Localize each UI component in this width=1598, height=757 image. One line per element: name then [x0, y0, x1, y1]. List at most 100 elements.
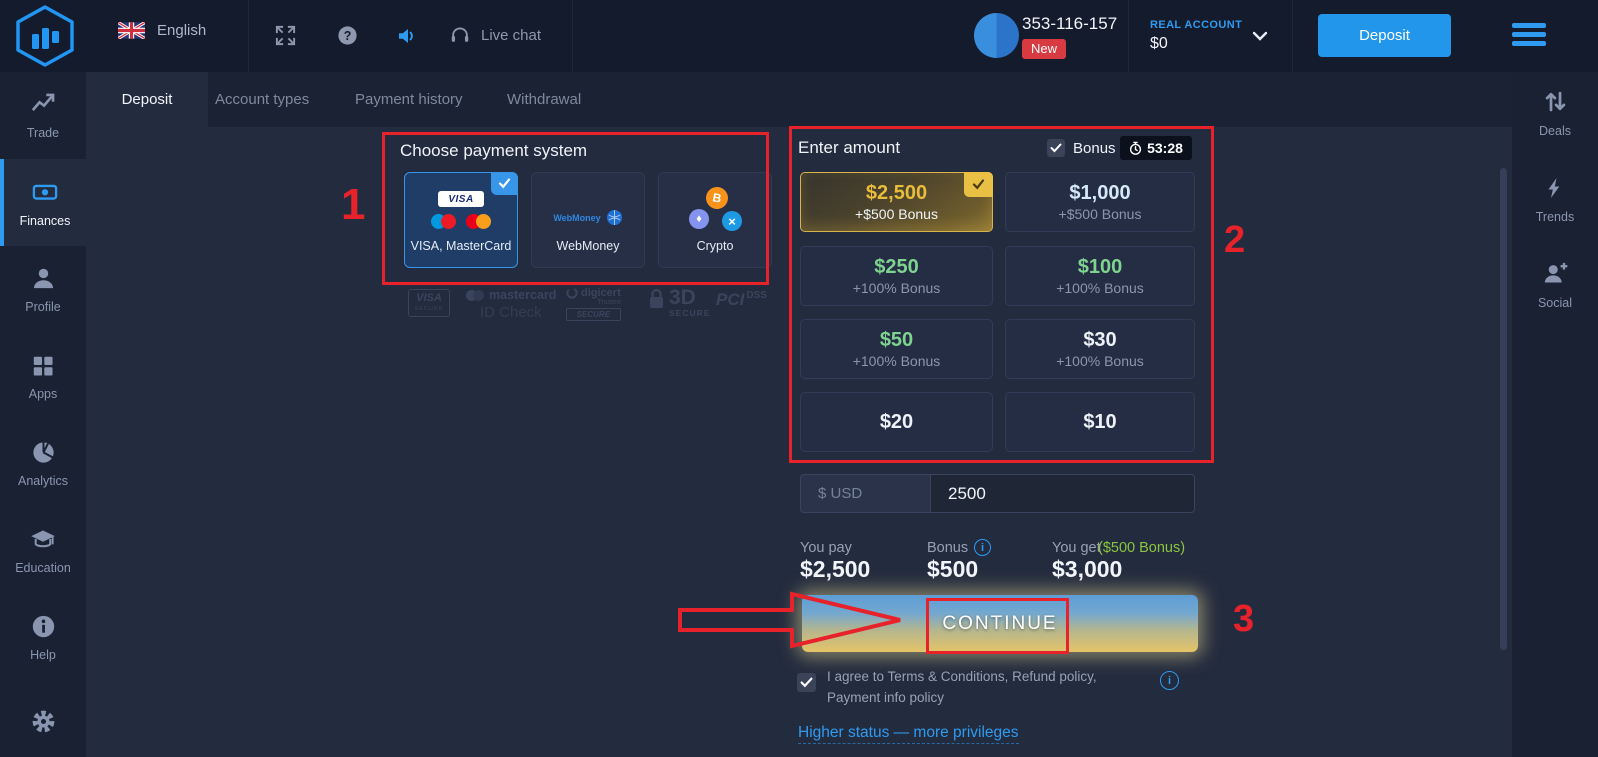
- amount-option-20[interactable]: $20: [800, 392, 993, 452]
- you-pay-label: You pay: [800, 540, 852, 556]
- bonus-value: $500: [927, 556, 978, 583]
- continue-button[interactable]: CONTINUE: [802, 595, 1198, 652]
- profile-icon: [30, 265, 57, 292]
- you-pay-value: $2,500: [800, 556, 870, 583]
- bonus-checkbox[interactable]: [1047, 139, 1065, 157]
- amount-option-30[interactable]: $30 +100% Bonus: [1005, 319, 1195, 379]
- higher-status-link[interactable]: Higher status — more privileges: [798, 724, 1019, 744]
- topbar-divider: [1128, 0, 1129, 72]
- trade-icon: [30, 91, 57, 118]
- pci-dss-badge: PCI DSS: [716, 290, 767, 310]
- selected-check-icon: [964, 172, 993, 197]
- sidebar-item-label: Analytics: [18, 474, 68, 488]
- right-sidebar: Deals Trends Social: [1512, 72, 1598, 757]
- amount-option-1000[interactable]: $1,000 +$500 Bonus: [1005, 172, 1195, 232]
- currency-selector[interactable]: $ USD: [800, 474, 931, 513]
- topbar-divider: [248, 0, 249, 72]
- live-chat-label: Live chat: [481, 27, 541, 44]
- svg-text:?: ?: [344, 29, 352, 43]
- sidebar-item-label: Social: [1538, 296, 1572, 310]
- uk-flag-icon: [118, 22, 145, 39]
- mastercard-logo-icon: [466, 214, 491, 229]
- language-label: English: [157, 22, 206, 39]
- topbar-divider: [572, 0, 573, 72]
- new-badge: New: [1022, 39, 1066, 59]
- sidebar-item-social[interactable]: Social: [1512, 260, 1598, 310]
- tab-deposit[interactable]: Deposit: [86, 72, 208, 127]
- crypto-logo: B ♦ ×: [659, 187, 771, 233]
- payment-section-title: Choose payment system: [400, 141, 587, 161]
- mastercard-idcheck-badge: mastercard ID Check: [466, 288, 556, 321]
- sidebar-item-analytics[interactable]: Analytics: [0, 420, 86, 507]
- payment-method-webmoney[interactable]: WebMoney WebMoney: [531, 172, 645, 268]
- apps-icon: [30, 353, 56, 379]
- amount-input[interactable]: [931, 484, 1161, 504]
- webmoney-globe-icon: [606, 209, 623, 226]
- sidebar-item-trade[interactable]: Trade: [0, 72, 86, 159]
- sound-icon[interactable]: [396, 24, 420, 48]
- sidebar-item-education[interactable]: Education: [0, 507, 86, 594]
- sidebar-item-label: Deals: [1539, 124, 1571, 138]
- language-selector[interactable]: English: [118, 22, 206, 39]
- maestro-logo-icon: [431, 214, 456, 229]
- bonus-checkbox-label: Bonus: [1073, 140, 1116, 157]
- payment-method-label: VISA, MasterCard: [411, 239, 512, 253]
- topbar-divider: [1292, 0, 1293, 72]
- tab-withdrawal[interactable]: Withdrawal: [507, 91, 581, 108]
- headset-icon: [449, 24, 471, 46]
- sidebar-item-finances[interactable]: Finances: [0, 159, 86, 246]
- tab-bar: Deposit Account types Payment history Wi…: [86, 72, 1512, 127]
- terms-checkbox[interactable]: [797, 673, 816, 692]
- gear-icon: [29, 707, 58, 736]
- sidebar-item-deals[interactable]: Deals: [1512, 88, 1598, 138]
- vertical-scrollbar[interactable]: [1500, 168, 1507, 650]
- user-avatar[interactable]: [974, 13, 1019, 58]
- sidebar-item-apps[interactable]: Apps: [0, 333, 86, 420]
- sidebar-item-profile[interactable]: Profile: [0, 246, 86, 333]
- check-icon: [800, 677, 813, 688]
- fullscreen-icon[interactable]: [274, 24, 297, 47]
- info-icon: [30, 613, 57, 640]
- amount-option-10[interactable]: $10: [1005, 392, 1195, 452]
- sidebar-item-help[interactable]: Help: [0, 594, 86, 681]
- deals-icon: [1542, 88, 1569, 115]
- terms-info-icon[interactable]: i: [1160, 671, 1179, 690]
- sidebar-item-label: Trade: [27, 126, 59, 140]
- platform-logo-icon[interactable]: [13, 4, 77, 68]
- tab-payment-history[interactable]: Payment history: [355, 91, 463, 108]
- payment-method-visa-mastercard[interactable]: VISA VISA, MasterCard: [404, 172, 518, 268]
- amount-option-250[interactable]: $250 +100% Bonus: [800, 246, 993, 306]
- payment-method-crypto[interactable]: B ♦ × Crypto: [658, 172, 772, 268]
- amount-option-2500[interactable]: $2,500 +$500 Bonus: [800, 172, 993, 232]
- amount-option-50[interactable]: $50 +100% Bonus: [800, 319, 993, 379]
- help-icon[interactable]: ?: [336, 24, 359, 47]
- lightning-icon: [1543, 175, 1567, 201]
- bonus-label: Bonus: [927, 540, 968, 556]
- digicert-badge: digicert Trusted SECURE: [566, 287, 621, 321]
- bonus-info-icon[interactable]: i: [974, 539, 991, 556]
- analytics-icon: [30, 439, 57, 466]
- left-sidebar: Trade Finances Profile Apps: [0, 72, 86, 757]
- ripple-icon: ×: [722, 211, 742, 231]
- menu-icon[interactable]: [1512, 23, 1546, 50]
- deposit-button[interactable]: Deposit: [1318, 14, 1451, 57]
- sidebar-item-label: Apps: [29, 387, 58, 401]
- you-get-value: $3,000: [1052, 556, 1122, 583]
- tab-account-types[interactable]: Account types: [215, 91, 309, 108]
- amount-option-100[interactable]: $100 +100% Bonus: [1005, 246, 1195, 306]
- padlock-icon: [648, 287, 665, 313]
- top-bar: English ? Live chat 353-116-157 New: [0, 0, 1598, 72]
- amount-section-title: Enter amount: [798, 138, 900, 158]
- live-chat-button[interactable]: Live chat: [449, 24, 541, 46]
- account-id: 353-116-157: [1022, 14, 1117, 34]
- sidebar-item-settings[interactable]: [0, 681, 86, 757]
- account-balance: $0: [1150, 35, 1168, 53]
- sidebar-item-label: Finances: [20, 214, 71, 228]
- you-get-label: You get: [1052, 540, 1101, 556]
- sidebar-item-label: Trends: [1536, 210, 1574, 224]
- 3d-secure-badge: 3D SECURE: [648, 287, 710, 318]
- amount-input-box: [931, 474, 1195, 513]
- terms-text[interactable]: I agree to Terms & Conditions, Refund po…: [827, 667, 1151, 709]
- sidebar-item-trends[interactable]: Trends: [1512, 175, 1598, 224]
- sidebar-item-label: Help: [30, 648, 56, 662]
